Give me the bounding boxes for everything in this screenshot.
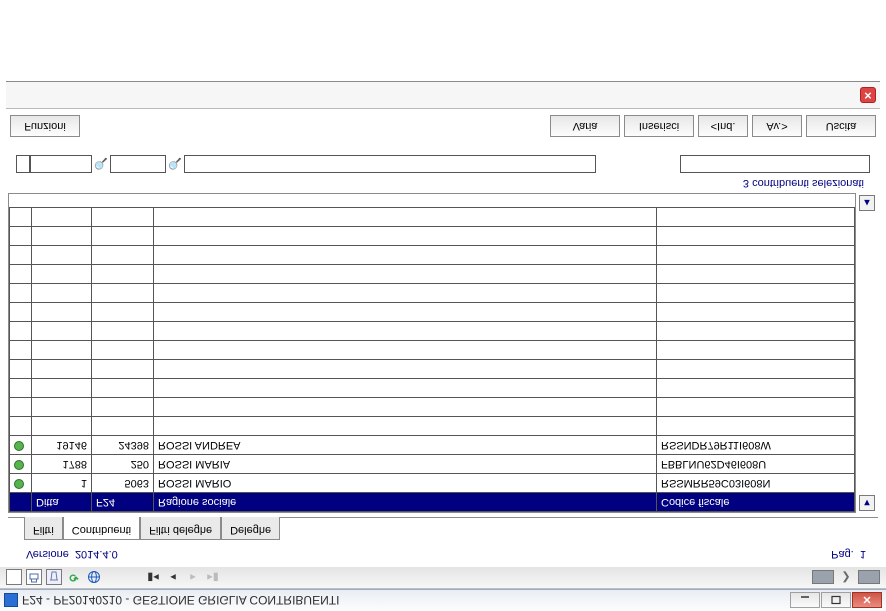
statusbar-chevron-right[interactable]: ❯ xyxy=(838,570,854,586)
first-record-button[interactable]: ▮◂ xyxy=(146,571,160,584)
table-row[interactable] xyxy=(10,303,855,322)
app-icon xyxy=(4,594,18,608)
filter-ragione-input[interactable] xyxy=(184,155,596,173)
version-label: Versione xyxy=(26,548,69,560)
window-title: F24 - PF20140210 - GESTIONE GRIGLIA CONT… xyxy=(22,594,339,608)
cell-f24: 24398 xyxy=(92,436,154,455)
cell-f24: 250 xyxy=(92,455,154,474)
col-header-ditta[interactable]: Ditta xyxy=(32,493,92,512)
panel-close-icon[interactable]: ✕ xyxy=(860,87,876,103)
tab-filtri[interactable]: Filtri xyxy=(24,517,63,540)
cell-ditta: 1 xyxy=(32,474,92,493)
prev-record-button[interactable]: ◂ xyxy=(166,571,180,584)
main-toolbar: Funzioni Varia Inserisci <Ind. Av.> Usci… xyxy=(10,115,876,137)
tab-contribuenti[interactable]: Contribuenti xyxy=(63,517,140,540)
table-row[interactable]: 1 5063 ROSSI MARIO RSSMRR59C03I608N xyxy=(10,474,855,493)
table-row[interactable] xyxy=(10,246,855,265)
cell-ragione: ROSSI MARIO xyxy=(154,474,657,493)
lower-tab-strip: Filtri Contribuenti Filtri deleghe Deleg… xyxy=(8,517,878,541)
col-header-status[interactable] xyxy=(10,493,32,512)
av-button[interactable]: Av.> xyxy=(752,115,802,137)
version-value: 2014.4.0 xyxy=(75,548,118,560)
table-row[interactable] xyxy=(10,360,855,379)
scroll-down-icon[interactable]: ▾ xyxy=(859,495,875,511)
close-button[interactable] xyxy=(852,593,882,609)
filter-cf-input[interactable] xyxy=(680,155,870,173)
status-dot-icon xyxy=(14,442,24,452)
table-row[interactable]: 19146 24398 ROSSI ANDREA RSSNDR79R11I608… xyxy=(10,436,855,455)
funzioni-button[interactable]: Funzioni xyxy=(10,115,80,137)
page-label: Pag. xyxy=(831,548,854,560)
cell-f24: 5063 xyxy=(92,474,154,493)
filter-ditta-input[interactable] xyxy=(30,155,92,173)
status-dot-icon xyxy=(14,461,24,471)
cell-ragione: ROSSI MARIA xyxy=(154,455,657,474)
grid-header-row: Ditta F24 Ragione sociale Codice fiscale xyxy=(10,493,855,512)
table-row[interactable] xyxy=(10,341,855,360)
table-row[interactable] xyxy=(10,208,855,227)
status-bar: ⟳ ▮◂ ◂ ▸ ▸▮ ❯ xyxy=(0,567,886,589)
uscita-button[interactable]: Uscita xyxy=(806,115,876,137)
next-record-button[interactable]: ▸ xyxy=(186,571,200,584)
print-icon[interactable] xyxy=(26,570,42,586)
trash-icon[interactable] xyxy=(46,570,62,586)
varia-button[interactable]: Varia xyxy=(550,115,620,137)
table-row[interactable]: 1788 250 ROSSI MARIA FBBLNU62D46I608U xyxy=(10,455,855,474)
filter-status-input[interactable] xyxy=(16,155,30,173)
title-bar: F24 - PF20140210 - GESTIONE GRIGLIA CONT… xyxy=(0,589,886,611)
sync-icon[interactable]: ⟳ xyxy=(66,570,82,586)
globe-icon[interactable] xyxy=(86,570,102,586)
cell-ditta: 19146 xyxy=(32,436,92,455)
window-header-strip: ✕ xyxy=(6,81,880,109)
inserisci-button[interactable]: Inserisci xyxy=(624,115,694,137)
tab-filtri-deleghe[interactable]: Filtri deleghe xyxy=(140,517,221,540)
col-header-ragione[interactable]: Ragione sociale xyxy=(154,493,657,512)
minimize-button[interactable] xyxy=(790,593,820,609)
search-icon[interactable]: 🔍 xyxy=(92,155,110,173)
last-record-button[interactable]: ▸▮ xyxy=(206,571,220,584)
selection-status-label: 3 contribuenti selezionati xyxy=(743,177,870,189)
cell-ragione: ROSSI ANDREA xyxy=(154,436,657,455)
table-row[interactable] xyxy=(10,265,855,284)
maximize-button[interactable] xyxy=(821,593,851,609)
contribuenti-grid[interactable]: Ditta F24 Ragione sociale Codice fiscale… xyxy=(9,207,855,512)
statusbar-pane-2 xyxy=(858,571,880,585)
filter-row: 3 contribuenti selezionati 🔍 🔍 xyxy=(16,145,870,189)
col-header-codice-fiscale[interactable]: Codice fiscale xyxy=(657,493,855,512)
cell-codice-fiscale: RSSMRR59C03I608N xyxy=(657,474,855,493)
table-row[interactable] xyxy=(10,227,855,246)
version-row: Versione 2014.4.0 Pag. 1 xyxy=(0,541,886,567)
table-row[interactable] xyxy=(10,398,855,417)
cell-codice-fiscale: FBBLNU62D46I608U xyxy=(657,455,855,474)
cell-codice-fiscale: RSSNDR79R11I608W xyxy=(657,436,855,455)
scroll-up-icon[interactable]: ▴ xyxy=(859,195,875,211)
search-icon[interactable]: 🔍 xyxy=(166,155,184,173)
table-row[interactable] xyxy=(10,322,855,341)
statusbar-icon-1[interactable] xyxy=(6,570,22,586)
col-header-f24[interactable]: F24 xyxy=(92,493,154,512)
table-row[interactable] xyxy=(10,379,855,398)
status-dot-icon xyxy=(14,480,24,490)
ind-button[interactable]: <Ind. xyxy=(698,115,748,137)
filter-f24-input[interactable] xyxy=(110,155,166,173)
page-value: 1 xyxy=(860,548,866,560)
tab-deleghe[interactable]: Deleghe xyxy=(221,517,280,540)
cell-ditta: 1788 xyxy=(32,455,92,474)
table-row[interactable] xyxy=(10,417,855,436)
table-row[interactable] xyxy=(10,284,855,303)
statusbar-pane-1 xyxy=(812,571,834,585)
